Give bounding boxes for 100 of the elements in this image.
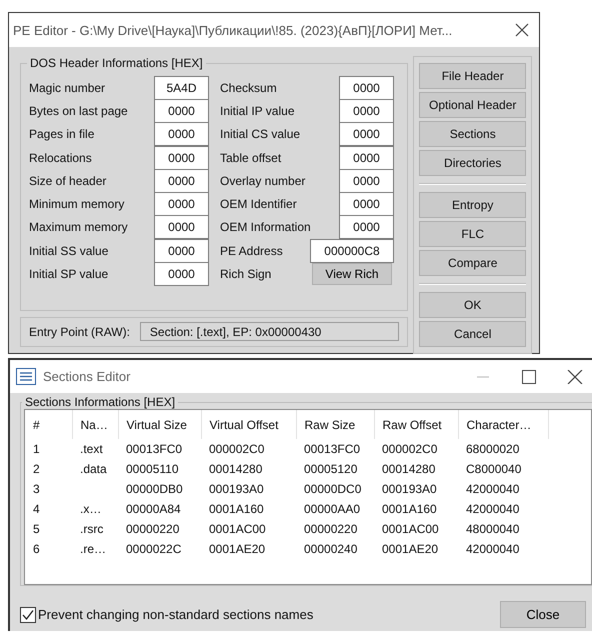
value-field[interactable]: 0000: [154, 262, 209, 286]
table-cell-text: 0001AC00: [381, 521, 440, 538]
table-cell-text: 0001A160: [381, 501, 438, 518]
table-cell-text: 6: [32, 541, 41, 558]
panel-button[interactable]: FLC: [419, 221, 526, 247]
table-cell-text: 4: [32, 501, 41, 518]
close-icon[interactable]: [515, 23, 529, 37]
view-rich-button[interactable]: View Rich: [312, 263, 392, 286]
table-cell-text: 000193A0: [381, 481, 438, 498]
checkbox[interactable]: [20, 606, 36, 622]
field-label: Checksum: [220, 80, 277, 95]
table-cell-text: 0001AE20: [381, 541, 440, 558]
entry-point-field: Section: [.text], EP: 0x00000430: [140, 322, 400, 342]
panel-button[interactable]: Directories: [419, 150, 526, 176]
table-cell-text: .rsrc: [79, 521, 104, 538]
table-cell-text: 00005110: [125, 461, 180, 478]
field-label: Magic number: [29, 80, 106, 95]
value-field[interactable]: 0000: [154, 98, 209, 123]
column-header[interactable]: Raw Offset: [374, 410, 458, 439]
table-cell: 1: [25, 439, 72, 459]
panel-button[interactable]: OK: [419, 292, 526, 318]
table-cell-text: 5: [32, 521, 41, 538]
table-cell-text: 42000040: [465, 481, 520, 498]
table-cell: 000002C0: [374, 439, 458, 459]
column-header[interactable]: #: [25, 410, 72, 439]
value-field[interactable]: 0000: [339, 146, 394, 170]
list-icon: [16, 368, 36, 385]
table-cell-text: C8000040: [465, 461, 522, 478]
table-cell-text: 000193A0: [208, 481, 265, 498]
value-field[interactable]: 0000: [154, 215, 209, 240]
close-button[interactable]: Close: [500, 601, 586, 628]
column-header[interactable]: Na…: [72, 410, 118, 439]
value-field[interactable]: 000000C8: [310, 238, 394, 263]
value-field[interactable]: 0000: [154, 146, 209, 170]
table-cell: .text: [72, 439, 118, 459]
table-cell-text: 00000220: [303, 521, 358, 538]
table-cell-text: .re…: [79, 541, 108, 558]
table-cell-text: 2: [32, 461, 41, 478]
field-label: OEM Identifier: [220, 197, 297, 212]
column-header[interactable]: Virtual Size: [118, 410, 201, 439]
table-cell-text: 0001AE20: [208, 541, 266, 558]
table-cell-text: 42000040: [465, 541, 520, 558]
table-cell-text: 00000AA0: [303, 501, 362, 518]
table-cell-text: 00014280: [381, 461, 436, 478]
field-label: PE Address: [220, 244, 283, 258]
value-field[interactable]: 0000: [154, 192, 209, 216]
field-label: Overlay number: [220, 174, 306, 188]
table-cell-text: 0000022C: [125, 541, 182, 558]
entry-point-label: Entry Point (RAW):: [29, 324, 130, 339]
checkbox-label: Prevent changing non-standard sections names: [38, 607, 314, 622]
value-field[interactable]: 0000: [339, 168, 394, 193]
field-label: Bytes on last page: [29, 104, 128, 118]
value-field[interactable]: 0000: [339, 192, 394, 216]
table-cell: 00013FC0: [118, 439, 201, 459]
field-label: Pages in file: [29, 127, 94, 142]
panel-button[interactable]: File Header: [419, 63, 526, 89]
column-header[interactable]: Raw Size: [296, 410, 374, 439]
field-label: OEM Information: [220, 220, 311, 234]
field-label: Maximum memory: [29, 220, 128, 234]
panel-button[interactable]: Sections: [419, 121, 526, 147]
value-field[interactable]: 0000: [339, 76, 394, 100]
value-field[interactable]: 0000: [339, 122, 394, 146]
window-title: Sections Editor: [43, 369, 132, 384]
group-title: Sections Informations [HEX]: [24, 395, 176, 409]
field-label: Initial IP value: [220, 104, 294, 118]
field-label: Initial CS value: [220, 127, 300, 142]
field-label: Initial SS value: [29, 244, 108, 258]
table-cell-text: 0001A160: [208, 501, 265, 518]
field-label: Relocations: [29, 150, 92, 165]
table-cell-text: 48000040: [465, 521, 520, 538]
column-header[interactable]: Virtual Offset: [201, 410, 296, 439]
field-label: Initial SP value: [29, 267, 108, 282]
value-field[interactable]: 0000: [339, 98, 394, 123]
value-field[interactable]: 0000: [154, 122, 209, 146]
table-cell-text: 00000A84: [125, 501, 182, 518]
table-cell: 68000020: [458, 439, 548, 459]
panel-button[interactable]: Entropy: [419, 192, 526, 218]
table-cell-text: 00000240: [303, 541, 358, 558]
table-cell-text: 42000040: [465, 501, 520, 518]
table-cell: 000002C0: [201, 439, 296, 459]
value-field[interactable]: 0000: [339, 215, 394, 240]
table-cell-text: .data: [79, 461, 108, 478]
table-cell-text: 00000DC0: [303, 481, 362, 498]
field-label: Table offset: [220, 150, 282, 165]
panel-button[interactable]: Cancel: [419, 321, 526, 347]
window-title: PE Editor - G:\My Drive\[Наука]\Публикации\!85. (2023){АвП}[ЛОРИ] Мет...: [13, 22, 452, 38]
value-field[interactable]: 0000: [154, 238, 209, 263]
table-cell-text: 00000DB0: [125, 481, 184, 498]
value-field[interactable]: 5A4D: [154, 76, 209, 100]
panel-button[interactable]: Compare: [419, 250, 526, 276]
table-cell-text: 00000220: [125, 521, 180, 538]
table-cell-text: .x…: [79, 501, 102, 518]
field-label: Rich Sign: [220, 267, 272, 282]
field-label: Minimum memory: [29, 197, 124, 212]
value-field[interactable]: 0000: [154, 168, 209, 193]
field-label: Size of header: [29, 174, 106, 188]
table-cell-text: 3: [32, 481, 41, 498]
column-header[interactable]: Character…: [458, 410, 548, 439]
panel-button[interactable]: Optional Header: [419, 92, 526, 118]
table-cell-text: 00005120: [303, 461, 358, 478]
